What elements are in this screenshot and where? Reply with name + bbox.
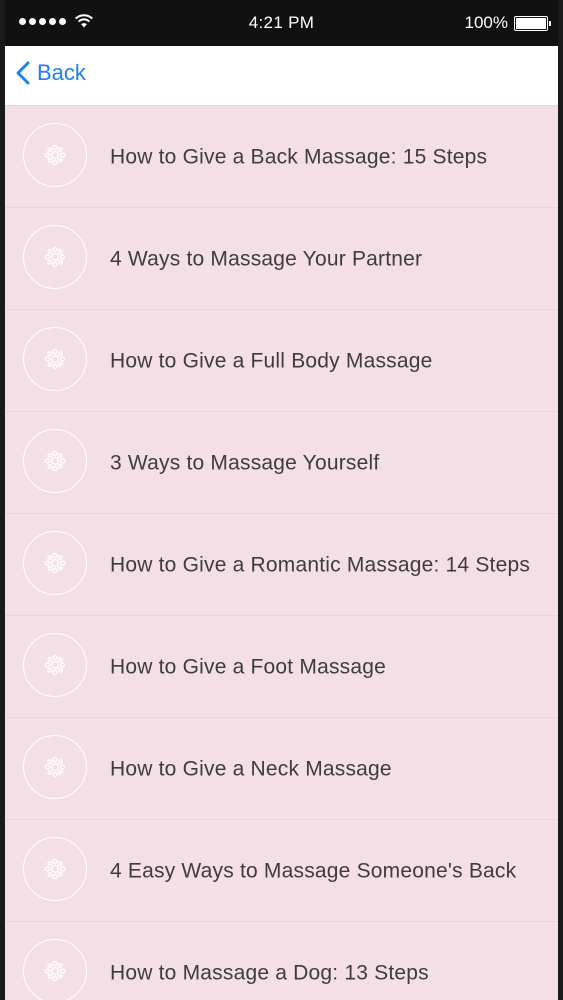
flower-icon bbox=[23, 123, 87, 187]
screen: 4:21 PM 100% Back How to Give a Back Mas… bbox=[5, 0, 558, 1000]
status-bar: 4:21 PM 100% bbox=[5, 0, 558, 46]
list-item[interactable]: 4 Ways to Massage Your Partner bbox=[5, 208, 558, 310]
list-item[interactable]: How to Massage a Dog: 13 Steps bbox=[5, 922, 558, 1000]
device-frame: 4:21 PM 100% Back How to Give a Back Mas… bbox=[0, 0, 563, 1000]
list-item-title: 3 Ways to Massage Yourself bbox=[110, 451, 380, 474]
chevron-left-icon bbox=[16, 61, 30, 85]
flower-icon bbox=[23, 939, 87, 1000]
flower-icon bbox=[23, 429, 87, 493]
list-item[interactable]: How to Give a Romantic Massage: 14 Steps bbox=[5, 514, 558, 616]
flower-icon bbox=[23, 633, 87, 697]
flower-icon bbox=[23, 735, 87, 799]
back-button[interactable]: Back bbox=[15, 60, 86, 86]
list-item[interactable]: How to Give a Foot Massage bbox=[5, 616, 558, 718]
list-item[interactable]: 4 Easy Ways to Massage Someone's Back bbox=[5, 820, 558, 922]
nav-bar: Back bbox=[5, 46, 558, 106]
list-item[interactable]: How to Give a Full Body Massage bbox=[5, 310, 558, 412]
list-item[interactable]: How to Give a Back Massage: 15 Steps bbox=[5, 106, 558, 208]
list-item[interactable]: How to Give a Neck Massage bbox=[5, 718, 558, 820]
flower-icon bbox=[23, 225, 87, 289]
article-list: How to Give a Back Massage: 15 Steps 4 W… bbox=[5, 106, 558, 1000]
list-item[interactable]: 3 Ways to Massage Yourself bbox=[5, 412, 558, 514]
list-item-title: How to Massage a Dog: 13 Steps bbox=[110, 961, 429, 984]
flower-icon bbox=[23, 327, 87, 391]
list-item-title: 4 Easy Ways to Massage Someone's Back bbox=[110, 859, 517, 882]
list-item-title: How to Give a Romantic Massage: 14 Steps bbox=[110, 553, 531, 576]
list-item-title: 4 Ways to Massage Your Partner bbox=[110, 247, 423, 270]
list-item-title: How to Give a Neck Massage bbox=[110, 757, 392, 780]
list-item-title: How to Give a Full Body Massage bbox=[110, 349, 433, 372]
battery-percent: 100% bbox=[464, 13, 508, 32]
flower-icon bbox=[23, 837, 87, 901]
back-label: Back bbox=[37, 60, 86, 85]
battery-icon bbox=[514, 15, 551, 31]
list-item-title: How to Give a Back Massage: 15 Steps bbox=[110, 145, 488, 168]
list-item-title: How to Give a Foot Massage bbox=[110, 655, 386, 678]
flower-icon bbox=[23, 531, 87, 595]
status-right: 100% bbox=[464, 13, 551, 33]
